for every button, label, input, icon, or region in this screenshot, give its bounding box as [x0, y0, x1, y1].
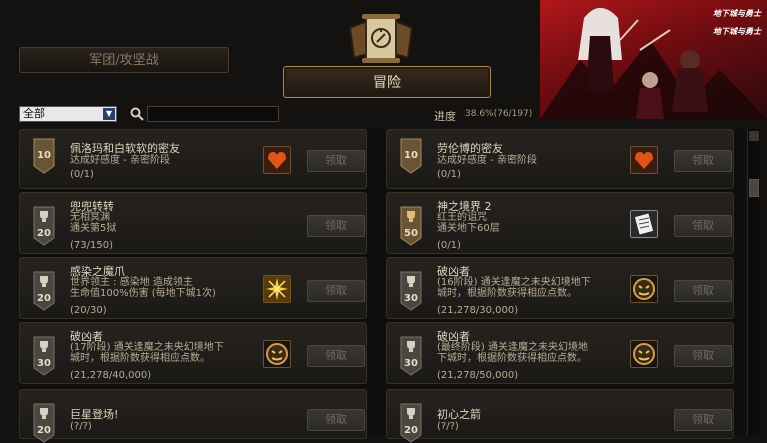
search-input[interactable]	[147, 106, 279, 122]
level-badge: 50	[400, 206, 422, 246]
achievement-desc: (17阶段) 通关逢魔之未央幻境地下 城时，根据阶数获得相应点数。	[70, 342, 224, 364]
golden-burst-icon	[263, 275, 291, 303]
achievement-count: (0/1)	[437, 240, 461, 251]
heart-gift-icon	[630, 146, 658, 174]
achievement-count: (0/1)	[70, 169, 94, 180]
scroll-document-icon	[630, 210, 658, 238]
level-number: 20	[37, 293, 51, 304]
achievement-count: (21,278/40,000)	[70, 370, 152, 381]
list-scrollbar[interactable]	[747, 129, 760, 435]
level-badge: 30	[33, 336, 55, 376]
demon-mask-icon	[630, 340, 658, 368]
category-select-value: 全部	[23, 107, 45, 120]
level-badge: 20	[33, 206, 55, 246]
achievement-desc: (最终阶段) 通关逢魔之未央幻境地 下城时，根据阶数获得相应点数。	[437, 342, 588, 364]
level-number: 30	[37, 358, 51, 369]
demon-mask-icon	[630, 275, 658, 303]
achievement-card: 20 初心之箭 (?/?) 领取	[386, 389, 734, 443]
level-badge: 20	[33, 403, 55, 443]
level-number: 50	[404, 228, 418, 239]
achievement-desc: 达成好感度 - 亲密阶段	[70, 155, 170, 166]
claim-button[interactable]: 领取	[674, 280, 732, 302]
heart-gift-icon	[263, 146, 291, 174]
achievement-title: 初心之箭	[437, 408, 481, 421]
banner-logo-text: 地下城与勇士	[713, 27, 761, 36]
game-banner-image: 地下城与勇士 地下城与勇士	[540, 0, 767, 119]
level-number: 20	[37, 425, 51, 436]
achievement-count: (?/?)	[70, 421, 92, 432]
level-badge: 30	[400, 271, 422, 311]
claim-button[interactable]: 领取	[674, 215, 732, 237]
level-number: 10	[404, 150, 418, 161]
achievement-card: 30 破凶者 (16阶段) 通关逢魔之未央幻境地下 城时，根据阶数获得相应点数。…	[386, 257, 734, 319]
achievement-count: (20/30)	[70, 305, 107, 316]
achievement-desc: 无相冥渊 通关第5狱	[70, 212, 117, 234]
scrollbar-thumb[interactable]	[749, 179, 759, 197]
demon-mask-icon	[263, 340, 291, 368]
scroll-emblem-icon	[348, 14, 414, 63]
claim-button[interactable]: 领取	[674, 345, 732, 367]
achievement-desc: 红王的诅咒 通关地下60层	[437, 212, 500, 234]
achievement-title: 巨星登场!	[70, 408, 119, 421]
achievement-title: 劳伦博的密友	[437, 142, 503, 155]
achievement-count: (?/?)	[437, 421, 459, 432]
level-badge: 30	[400, 336, 422, 376]
level-number: 30	[404, 358, 418, 369]
claim-button[interactable]: 领取	[674, 150, 732, 172]
tab-adventure[interactable]: 冒险	[283, 66, 491, 98]
tab-legion[interactable]: 军团/攻坚战	[19, 47, 229, 73]
claim-button[interactable]: 领取	[307, 150, 365, 172]
claim-button[interactable]: 领取	[674, 409, 732, 431]
chevron-down-icon[interactable]: ▼	[103, 108, 115, 120]
level-badge: 20	[400, 403, 422, 443]
level-number: 20	[37, 228, 51, 239]
achievement-card: 30 破凶者 (17阶段) 通关逢魔之未央幻境地下 城时，根据阶数获得相应点数。…	[19, 322, 367, 384]
achievement-count: (21,278/30,000)	[437, 305, 519, 316]
claim-button[interactable]: 领取	[307, 409, 365, 431]
achievement-card: 10 佩洛玛和白软软的密友 达成好感度 - 亲密阶段 (0/1) 领取	[19, 129, 367, 189]
achievement-desc: (16阶段) 通关逢魔之未央幻境地下 城时，根据阶数获得相应点数。	[437, 277, 591, 299]
achievement-card: 20 巨星登场! (?/?) 领取	[19, 389, 367, 443]
achievement-card: 10 劳伦博的密友 达成好感度 - 亲密阶段 (0/1) 领取	[386, 129, 734, 189]
scroll-up-icon[interactable]	[749, 131, 759, 141]
achievement-card: 50 神之境界 2 红王的诅咒 通关地下60层 (0/1) 领取	[386, 192, 734, 254]
achievement-desc: 世界领主 : 感染地 造成领主 生命值100%伤害 (每地下城1次)	[70, 277, 216, 299]
search-icon[interactable]	[129, 106, 145, 122]
claim-button[interactable]: 领取	[307, 280, 365, 302]
category-select[interactable]: 全部 ▼	[19, 106, 117, 122]
level-number: 20	[404, 425, 418, 436]
level-badge: 20	[33, 271, 55, 311]
claim-button[interactable]: 领取	[307, 215, 365, 237]
achievement-list: 10 佩洛玛和白软软的密友 达成好感度 - 亲密阶段 (0/1) 领取 10 劳…	[19, 129, 745, 443]
level-badge: 10	[400, 138, 422, 174]
claim-button[interactable]: 领取	[307, 345, 365, 367]
achievement-count: (73/150)	[70, 240, 113, 251]
achievement-count: (0/1)	[437, 169, 461, 180]
achievement-card: 20 兜兜转转 无相冥渊 通关第5狱 (73/150) 领取	[19, 192, 367, 254]
achievement-card: 20 感染之魔爪 世界领主 : 感染地 造成领主 生命值100%伤害 (每地下城…	[19, 257, 367, 319]
achievement-title: 佩洛玛和白软软的密友	[70, 142, 180, 155]
progress-label: 进度	[434, 110, 456, 123]
achievement-card: 30 破凶者 (最终阶段) 通关逢魔之未央幻境地 下城时，根据阶数获得相应点数。…	[386, 322, 734, 384]
achievement-count: (21,278/50,000)	[437, 370, 519, 381]
achievement-desc: 达成好感度 - 亲密阶段	[437, 155, 537, 166]
level-number: 10	[37, 150, 51, 161]
level-badge: 10	[33, 138, 55, 174]
banner-logo-text: 地下城与勇士	[713, 9, 761, 18]
level-number: 30	[404, 293, 418, 304]
progress-value: 38.6%(76/197)	[465, 109, 533, 119]
